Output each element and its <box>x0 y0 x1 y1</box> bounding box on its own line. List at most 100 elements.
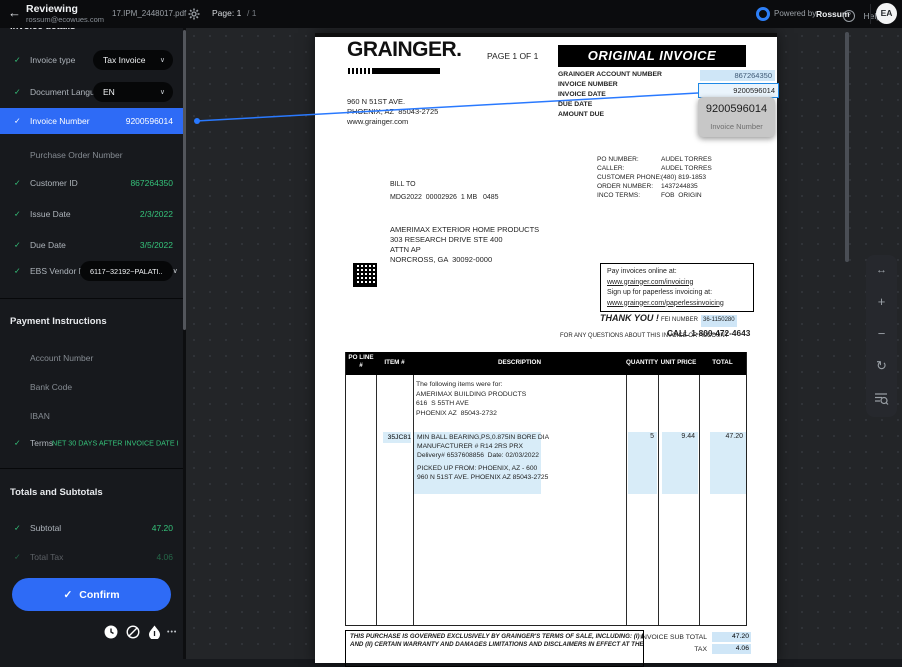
help-button[interactable]: ? Help <box>843 7 881 25</box>
pay-box-line: Sign up for paperless invoicing at: <box>607 288 753 299</box>
confirm-button[interactable]: ✓ Confirm <box>12 578 171 611</box>
check-icon: ✓ <box>14 117 21 126</box>
field-due-date[interactable]: ✓ Due Date 3/5/2022 <box>0 232 183 258</box>
ebs-vendor-dropdown[interactable]: 6117~32192~PALATI.. ∨ <box>80 261 173 281</box>
tooltip-field-label: Invoice Number <box>698 122 775 131</box>
help-icon: ? <box>843 10 855 22</box>
original-invoice-banner: ORIGINAL INVOICE <box>558 45 746 67</box>
item-quantity-field[interactable] <box>628 432 657 494</box>
field-bank-code[interactable]: Bank Code <box>0 374 183 400</box>
label-amount-due: AMOUNT DUE <box>558 110 604 120</box>
item-desc-line: Delivery# 6537608856 Date: 02/03/2022 <box>417 451 539 460</box>
field-value: 2/3/2022 <box>140 209 173 219</box>
field-value: 47.20 <box>152 523 173 533</box>
fit-width-icon[interactable]: ↔ <box>866 255 897 285</box>
zoom-in-icon[interactable]: + <box>866 287 897 317</box>
dropdown-value: Tax Invoice <box>103 55 146 65</box>
item-desc-line: PICKED UP FROM: PHOENIX, AZ - 600 <box>417 464 537 473</box>
invoice-type-dropdown[interactable]: Tax Invoice ∨ <box>93 50 173 70</box>
chevron-down-icon: ∨ <box>150 88 165 96</box>
back-arrow-icon[interactable]: ← <box>8 5 21 20</box>
sidebar-scrollbar[interactable] <box>183 30 186 330</box>
page-of-label: PAGE 1 OF 1 <box>487 52 538 62</box>
field-label: Terms <box>30 438 53 448</box>
fei-number-field[interactable]: 36-1150280 <box>701 315 737 327</box>
fei-number-label: FEI NUMBER <box>661 316 698 326</box>
item-total-field[interactable] <box>710 432 746 494</box>
field-ebs-vendor-name[interactable]: ✓ EBS Vendor Name 6117~32192~PALATI.. ∨ <box>0 258 183 284</box>
field-label: Bank Code <box>30 382 72 392</box>
field-terms[interactable]: ✓ Terms NET 30 DAYS AFTER INVOICE DATE I… <box>0 430 183 456</box>
pay-online-box: Pay invoices online at: www.grainger.com… <box>600 263 754 312</box>
account-number-field[interactable]: 867264350 <box>700 70 775 81</box>
item-desc-line: MIN BALL BEARING,PS,0.875IN BORE DIA <box>417 433 549 442</box>
field-label: Subtotal <box>30 523 61 533</box>
item-desc-line: MANUFACTURER # R14 2RS PRX <box>417 442 523 451</box>
bill-address-line: 303 RESEARCH DRIVE STE 400 <box>390 235 503 245</box>
field-value: 867264350 <box>130 178 173 188</box>
field-label: Purchase Order Number <box>30 150 123 160</box>
clock-icon[interactable] <box>104 625 120 641</box>
check-icon: ✓ <box>14 56 21 65</box>
bill-address-line: AMERIMAX EXTERIOR HOME PRODUCTS <box>390 225 539 235</box>
legal-terms-box: THIS PURCHASE IS GOVERNED EXCLUSIVELY BY… <box>345 630 644 667</box>
document-language-dropdown[interactable]: EN ∨ <box>93 82 173 102</box>
check-icon: ✓ <box>14 179 21 188</box>
inco-terms-value: FOB ORIGIN <box>661 191 702 201</box>
field-value-tooltip: 9200596014 Invoice Number <box>698 97 775 137</box>
top-bar: ← Reviewing rossum@ecowues.com 17.IPM_24… <box>0 0 902 28</box>
avatar[interactable]: EA <box>876 3 897 24</box>
item-unit-price-value: 9.44 <box>662 433 695 440</box>
thank-you-text: THANK YOU ! <box>600 314 659 324</box>
field-purchase-order-number[interactable]: Purchase Order Number <box>0 142 183 168</box>
invoice-subtotal-field[interactable]: 47.20 <box>712 632 751 642</box>
item-total-value: 47.20 <box>710 433 743 440</box>
rossum-logo-icon <box>756 7 770 21</box>
pay-box-link: www.grainger.com/paperlessinvoicing <box>607 299 753 310</box>
field-label: Customer ID <box>30 178 78 188</box>
tax-field[interactable]: 4.06 <box>712 644 751 654</box>
check-icon: ✓ <box>14 210 21 219</box>
chevron-down-icon: ∨ <box>163 267 178 275</box>
slash-icon[interactable] <box>126 625 142 641</box>
drop-icon[interactable] <box>148 625 164 641</box>
grainger-logo-stripes <box>348 68 440 74</box>
col-unit-price: UNIT PRICE <box>658 352 699 367</box>
field-invoice-type[interactable]: ✓ Invoice type Tax Invoice ∨ <box>0 47 183 73</box>
field-subtotal[interactable]: ✓ Subtotal 47.20 <box>0 515 183 541</box>
rotate-icon[interactable]: ↻ <box>866 351 897 381</box>
label-account-number: GRAINGER ACCOUNT NUMBER <box>558 70 662 80</box>
field-account-number[interactable]: Account Number <box>0 345 183 371</box>
item-number-field[interactable]: 35JC81 <box>383 432 411 443</box>
item-quantity-value: 5 <box>628 433 654 440</box>
field-invoice-number-selected[interactable]: ✓ Invoice Number 9200596014 <box>0 108 183 134</box>
gear-icon[interactable] <box>188 7 200 25</box>
field-value: 4.06 <box>156 552 173 562</box>
more-options-icon[interactable]: ••• <box>167 625 183 641</box>
field-iban[interactable]: IBAN <box>0 403 183 429</box>
field-total-tax[interactable]: ✓ Total Tax 4.06 <box>0 544 183 570</box>
inco-terms-label: INCO TERMS: <box>597 191 640 201</box>
field-value: 9200596014 <box>126 116 173 126</box>
field-value: 3/5/2022 <box>140 240 173 250</box>
chevron-down-icon: ∨ <box>150 56 165 64</box>
check-icon: ✓ <box>14 553 21 562</box>
item-unit-price-field[interactable] <box>662 432 698 494</box>
field-document-language[interactable]: ✓ Document Language EN ∨ <box>0 79 183 105</box>
field-issue-date[interactable]: ✓ Issue Date 2/3/2022 <box>0 201 183 227</box>
search-document-icon[interactable] <box>866 383 897 413</box>
vendor-address-line: 960 N 51ST AVE. <box>347 97 405 107</box>
field-label: Invoice type <box>30 55 75 65</box>
vendor-address-line: www.grainger.com <box>347 117 408 127</box>
col-total: TOTAL <box>699 352 746 367</box>
items-info-line: PHOENIX AZ 85043-2732 <box>416 409 497 419</box>
field-label: IBAN <box>30 411 50 421</box>
items-info-line: AMERIMAX BUILDING PRODUCTS <box>416 390 526 400</box>
field-customer-id[interactable]: ✓ Customer ID 867264350 <box>0 170 183 196</box>
check-icon: ✓ <box>14 241 21 250</box>
document-scrollbar[interactable] <box>845 32 849 262</box>
field-label: Due Date <box>30 240 66 250</box>
invoice-number-field-selected[interactable]: 9200596014 <box>698 83 779 98</box>
zoom-out-icon[interactable]: − <box>866 319 897 349</box>
col-quantity: QUANTITY <box>626 352 658 367</box>
